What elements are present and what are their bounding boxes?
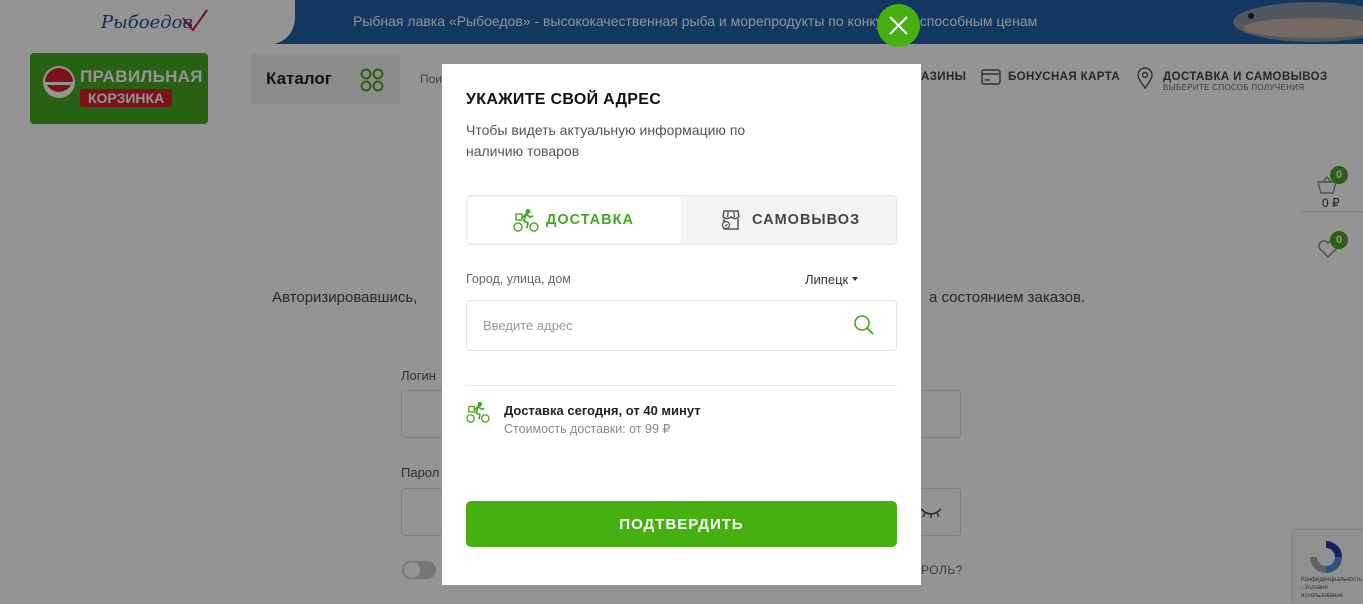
search-icon[interactable] — [853, 314, 875, 336]
tab-pickup-label: САМОВЫВОЗ — [752, 212, 861, 228]
modal-subtitle: Чтобы видеть актуальную информацию по на… — [466, 122, 746, 159]
close-icon — [889, 16, 908, 35]
delivery-info-cost: Стоимость доставки: от 99 ₽ — [504, 422, 671, 436]
delivery-method-tabs: ДОСТАВКА САМОВЫВОЗ — [466, 195, 897, 245]
modal-title: УКАЖИТЕ СВОЙ АДРЕС — [466, 91, 662, 108]
address-label: Город, улица, дом — [466, 272, 571, 286]
store-icon — [721, 210, 740, 230]
address-modal: УКАЖИТЕ СВОЙ АДРЕС Чтобы видеть актуальн… — [442, 64, 921, 585]
courier-bike-icon — [513, 209, 539, 232]
tab-delivery[interactable]: ДОСТАВКА — [468, 197, 681, 243]
confirm-button[interactable]: ПОДТВЕРДИТЬ — [466, 501, 897, 547]
city-select-value: Липецк — [805, 272, 849, 287]
modal-divider — [466, 385, 897, 386]
city-select[interactable]: Липецк — [805, 272, 859, 287]
delivery-info-title: Доставка сегодня, от 40 минут — [504, 403, 701, 418]
courier-bike-icon — [466, 401, 490, 423]
tab-pickup[interactable]: САМОВЫВОЗ — [682, 197, 896, 243]
close-button[interactable] — [877, 4, 920, 47]
address-input[interactable] — [466, 300, 897, 351]
tab-delivery-label: ДОСТАВКА — [546, 212, 634, 228]
caret-down-icon — [852, 277, 859, 281]
